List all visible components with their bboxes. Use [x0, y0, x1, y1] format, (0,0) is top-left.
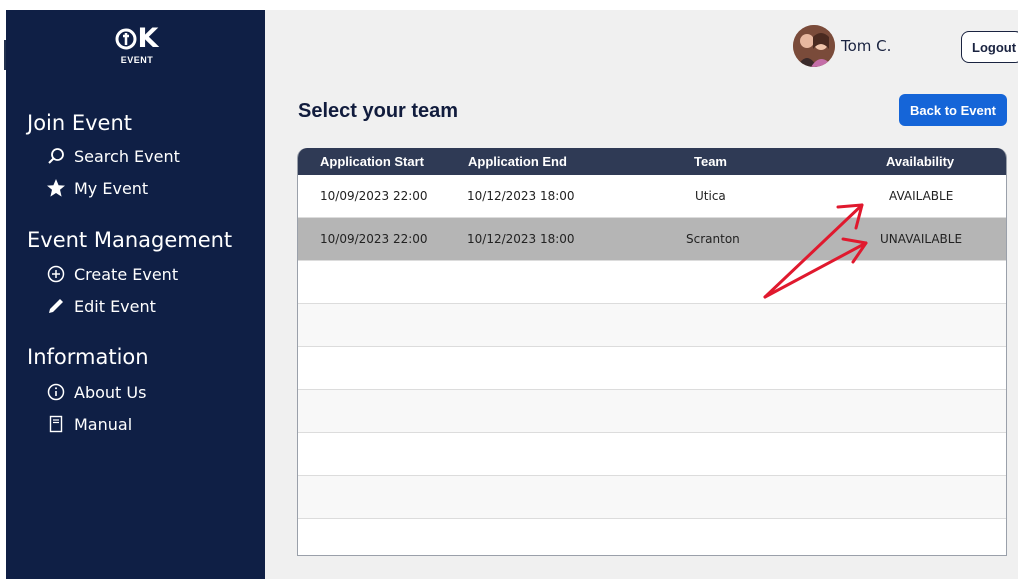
empty-table-row — [298, 261, 1006, 304]
empty-table-row — [298, 433, 1006, 476]
cell-team: Scranton — [686, 232, 740, 246]
page: K EVENT Join Event Search Event My Event… — [0, 0, 1018, 579]
sidebar-item-label: Edit Event — [74, 296, 156, 316]
section-title-event-management: Event Management — [27, 228, 233, 252]
sidebar-item-search-event[interactable]: Search Event — [46, 144, 180, 168]
plus-circle-icon — [46, 264, 66, 284]
team-table: Application Start Application End Team A… — [297, 148, 1007, 556]
table-header: Application Start Application End Team A… — [298, 148, 1006, 175]
avatar[interactable] — [793, 25, 835, 67]
star-icon — [46, 178, 66, 198]
document-icon — [46, 414, 66, 434]
cell-availability: AVAILABLE — [889, 189, 954, 203]
sidebar-item-create-event[interactable]: Create Event — [46, 262, 178, 286]
info-circle-icon — [46, 382, 66, 402]
sidebar-item-edit-event[interactable]: Edit Event — [46, 294, 156, 318]
cell-application-start: 10/09/2023 22:00 — [320, 232, 428, 246]
section-title-information: Information — [27, 345, 149, 369]
sidebar-item-label: My Event — [74, 178, 149, 198]
sidebar-item-my-event[interactable]: My Event — [46, 176, 148, 200]
user-menu[interactable]: Tom C. — [793, 24, 891, 68]
logo-mark: K — [102, 24, 172, 54]
cell-application-end: 10/12/2023 18:00 — [467, 232, 575, 246]
cell-team: Utica — [695, 189, 726, 203]
search-icon — [46, 146, 66, 166]
empty-table-row — [298, 347, 1006, 390]
logo-subtitle: EVENT — [120, 55, 154, 65]
column-header-team[interactable]: Team — [694, 148, 727, 175]
pencil-icon — [46, 296, 66, 316]
sidebar-item-label: Manual — [74, 414, 133, 434]
logout-button[interactable]: Logout — [961, 31, 1018, 63]
empty-table-row — [298, 476, 1006, 519]
app-frame: K EVENT Join Event Search Event My Event… — [6, 10, 1018, 579]
sidebar-item-label: Search Event — [74, 146, 180, 166]
cell-application-end: 10/12/2023 18:00 — [467, 189, 575, 203]
sidebar: K EVENT Join Event Search Event My Event… — [6, 10, 265, 579]
column-header-application-end[interactable]: Application End — [468, 148, 567, 175]
empty-table-row — [298, 304, 1006, 347]
page-title: Select your team — [298, 100, 459, 122]
column-header-availability[interactable]: Availability — [886, 148, 954, 175]
table-row[interactable]: 10/09/2023 22:00 10/12/2023 18:00 Utica … — [298, 175, 1006, 218]
section-title-join-event: Join Event — [27, 111, 133, 135]
empty-table-row — [298, 390, 1006, 433]
cell-application-start: 10/09/2023 22:00 — [320, 189, 428, 203]
sidebar-item-label: Create Event — [74, 264, 179, 284]
empty-table-row — [298, 519, 1006, 555]
sidebar-item-label: About Us — [74, 382, 147, 402]
sidebar-item-manual[interactable]: Manual — [46, 412, 132, 436]
back-to-event-button[interactable]: Back to Event — [899, 94, 1007, 126]
table-row[interactable]: 10/09/2023 22:00 10/12/2023 18:00 Scrant… — [298, 218, 1006, 261]
user-name: Tom C. — [841, 37, 892, 55]
column-header-application-start[interactable]: Application Start — [320, 148, 424, 175]
cell-availability: UNAVAILABLE — [880, 232, 963, 246]
sidebar-item-about-us[interactable]: About Us — [46, 380, 146, 404]
app-logo[interactable]: K EVENT — [102, 24, 172, 74]
